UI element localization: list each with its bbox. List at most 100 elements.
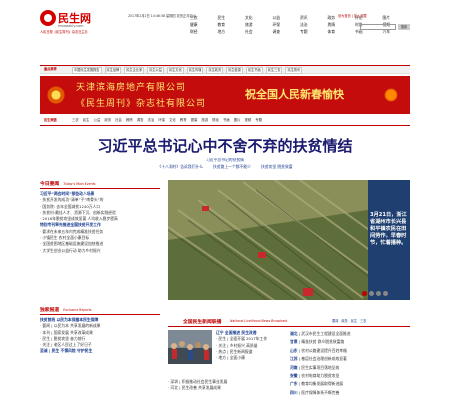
slide-dot[interactable] <box>376 291 381 296</box>
channel-item[interactable]: 政务 <box>104 118 111 123</box>
nav-item[interactable]: 教育 <box>218 22 246 28</box>
region-tag[interactable]: 甘肃 <box>290 339 298 344</box>
channel-item[interactable]: 教育 <box>180 118 187 123</box>
search-input[interactable] <box>360 24 396 30</box>
nav-item[interactable]: 图片 <box>383 15 411 21</box>
channel-item[interactable]: 调查 <box>137 118 144 123</box>
linkage-photo[interactable] <box>168 330 212 364</box>
nav-item[interactable]: 舆情 <box>328 22 356 28</box>
nav-item[interactable]: 财经 <box>190 29 218 35</box>
slide-dot[interactable] <box>383 291 388 296</box>
region-news-item[interactable]: 山东 | 农村公路建设提升百姓幸福 <box>290 347 408 355</box>
channel-item[interactable]: 旅游 <box>201 118 208 123</box>
region-tag[interactable]: 四川 <box>290 390 298 395</box>
nav-item[interactable]: 社会 <box>245 29 273 35</box>
recommend-item[interactable]: 民生健康 <box>226 67 243 74</box>
channel-item[interactable]: 专题 <box>255 118 262 123</box>
news-item[interactable]: · 大学生创业公益行动 助力乡村振兴 <box>40 248 160 254</box>
channel-item[interactable]: 环保 <box>158 118 165 123</box>
nav-item[interactable]: 环保 <box>273 22 301 28</box>
region-news-item[interactable]: 广东 | 教育均衡发展取得新进展 <box>290 380 408 388</box>
headline[interactable]: 习近平总书记心中不舍不弃的扶贫情结 <box>40 137 410 155</box>
linkage-tab[interactable]: 三农 <box>360 318 366 323</box>
slide-photo[interactable] <box>168 180 368 300</box>
region-news-text[interactable]: | 精准扶贫 群众脱贫致富路 <box>298 339 344 344</box>
region-tag[interactable]: 安徽 <box>290 373 298 378</box>
recommend-item[interactable]: 民生快讯 <box>285 67 303 74</box>
channel-item[interactable]: 文化 <box>169 118 176 123</box>
divider <box>40 188 160 189</box>
linkage-title: 全国民生新闻联播 <box>183 320 222 325</box>
recommend-item[interactable]: 民生三农 <box>265 67 283 74</box>
channel-item[interactable]: 书画 <box>223 118 230 123</box>
related-link[interactable]: 扶贫路上一个都不能少 <box>213 164 251 170</box>
recommend-item[interactable]: 民生书画 <box>245 67 263 74</box>
search-button[interactable]: 搜索 <box>398 24 410 30</box>
linkage-tab[interactable]: 民生 <box>351 318 357 323</box>
channel-item[interactable]: 财经 <box>212 118 219 123</box>
nav-item[interactable]: 资讯 <box>300 15 328 21</box>
region-news-item[interactable]: 安徽 | 农村电商助力脱贫攻坚 <box>290 372 408 380</box>
region-tag[interactable]: 河南 <box>290 365 298 370</box>
region-news-text[interactable]: | 农村电商助力脱贫攻坚 <box>298 373 339 378</box>
channel-item[interactable]: 社会 <box>115 118 122 123</box>
related-link[interactable]: 《十八洞村》告诉我们什么 <box>157 164 203 170</box>
news-item[interactable]: · 地方 | 全面小康 <box>216 355 282 361</box>
region-tag[interactable]: 广东 <box>290 381 298 386</box>
channel-item[interactable]: 视频 <box>245 118 252 123</box>
channel-item[interactable]: 舆情 <box>126 118 133 123</box>
channel-item[interactable]: 健康 <box>191 118 198 123</box>
nav-item[interactable]: 民生 <box>218 15 246 21</box>
slide-dot[interactable] <box>362 291 367 296</box>
nav-item[interactable]: 文化 <box>245 15 273 21</box>
nav-item[interactable]: 地方 <box>218 29 246 35</box>
lantern-icon <box>40 76 72 114</box>
region-news-text[interactable]: | 医疗保障体系不断完善 <box>298 390 339 395</box>
news-item[interactable]: · 河北 | 民生改善 共享发展成果 <box>168 385 284 391</box>
region-news-text[interactable]: | 武汉市民生工程建设全面推进 <box>298 331 351 336</box>
channel-item[interactable]: 三农 <box>72 118 79 123</box>
region-news-text[interactable]: | 基层社会治理创新成效显著 <box>298 356 347 361</box>
region-news-item[interactable]: 河南 | 民生实事项目落地见效 <box>290 364 408 372</box>
channel-item[interactable]: 公益 <box>94 118 101 123</box>
slide-dot[interactable] <box>369 291 374 296</box>
nav-item[interactable]: 体育 <box>328 29 356 35</box>
region-news-item[interactable]: 江苏 | 基层社会治理创新成效显著 <box>290 355 408 363</box>
nav-item[interactable]: 旅游 <box>245 22 273 28</box>
headline-sub[interactable]: 习近平总书记的扶贫情 <box>40 158 410 162</box>
nav-item[interactable]: 健康 <box>190 22 218 28</box>
logo-icon[interactable] <box>40 10 56 26</box>
channel-item[interactable]: 法治 <box>147 118 154 123</box>
linkage-tab[interactable]: 政务 <box>341 318 347 323</box>
nav-item[interactable]: 政务 <box>328 15 356 21</box>
nav-item[interactable]: 专题 <box>300 29 328 35</box>
channel-item[interactable]: 图片 <box>234 118 241 123</box>
nav-item[interactable]: 三农 <box>190 15 218 21</box>
related-link[interactable]: 扶贫攻坚 脱贫致富 <box>261 164 293 170</box>
recommend-bar-title: 重点推荐 <box>44 67 57 71</box>
nav-item[interactable]: 调查 <box>273 29 301 35</box>
nav-item[interactable]: 法治 <box>300 22 328 28</box>
region-news-item[interactable]: 甘肃 | 精准扶贫 群众脱贫致富路 <box>290 338 408 346</box>
region-news-item[interactable]: 湖北 | 武汉市民生工程建设全面推进 <box>290 330 408 338</box>
region-news-text[interactable]: | 民生实事项目落地见效 <box>298 365 339 370</box>
recommend-item[interactable]: 民生政务 <box>206 67 224 74</box>
channel-item[interactable]: 民生 <box>83 118 90 123</box>
nav-item[interactable]: 评论 <box>355 15 383 21</box>
region-news-text[interactable]: | 教育均衡发展取得新进展 <box>298 381 343 386</box>
recommend-item[interactable]: 民生品牌 <box>104 67 122 74</box>
region-tag[interactable]: 湖北 <box>290 331 298 336</box>
region-news-item[interactable]: 四川 | 医疗保障体系不断完善 <box>290 389 408 397</box>
recommend-item[interactable]: 中国民生发展报告 <box>72 67 102 74</box>
region-tag[interactable]: 山东 <box>290 348 298 353</box>
linkage-tab[interactable]: 要闻 <box>332 318 338 323</box>
recommend-item[interactable]: 民生企业家 <box>124 67 145 74</box>
news-item[interactable]: 至诚 | 民生 不惧风险 守护民生 <box>40 348 160 354</box>
nav-item[interactable]: 公益 <box>273 15 301 21</box>
region-tag[interactable]: 江苏 <box>290 356 298 361</box>
exclusive-list: 扶贫前线 以民为本保基本民生保障 · 要闻 | 以民为本 共享发展的新成果 · 本刊… <box>40 317 160 355</box>
region-news-text[interactable]: | 农村公路建设提升百姓幸福 <box>298 348 347 353</box>
recommend-item[interactable]: 民生公益 <box>147 67 164 74</box>
recommend-item[interactable]: 民生传媒 <box>186 67 204 74</box>
recommend-item[interactable]: 民生文化 <box>166 67 184 74</box>
